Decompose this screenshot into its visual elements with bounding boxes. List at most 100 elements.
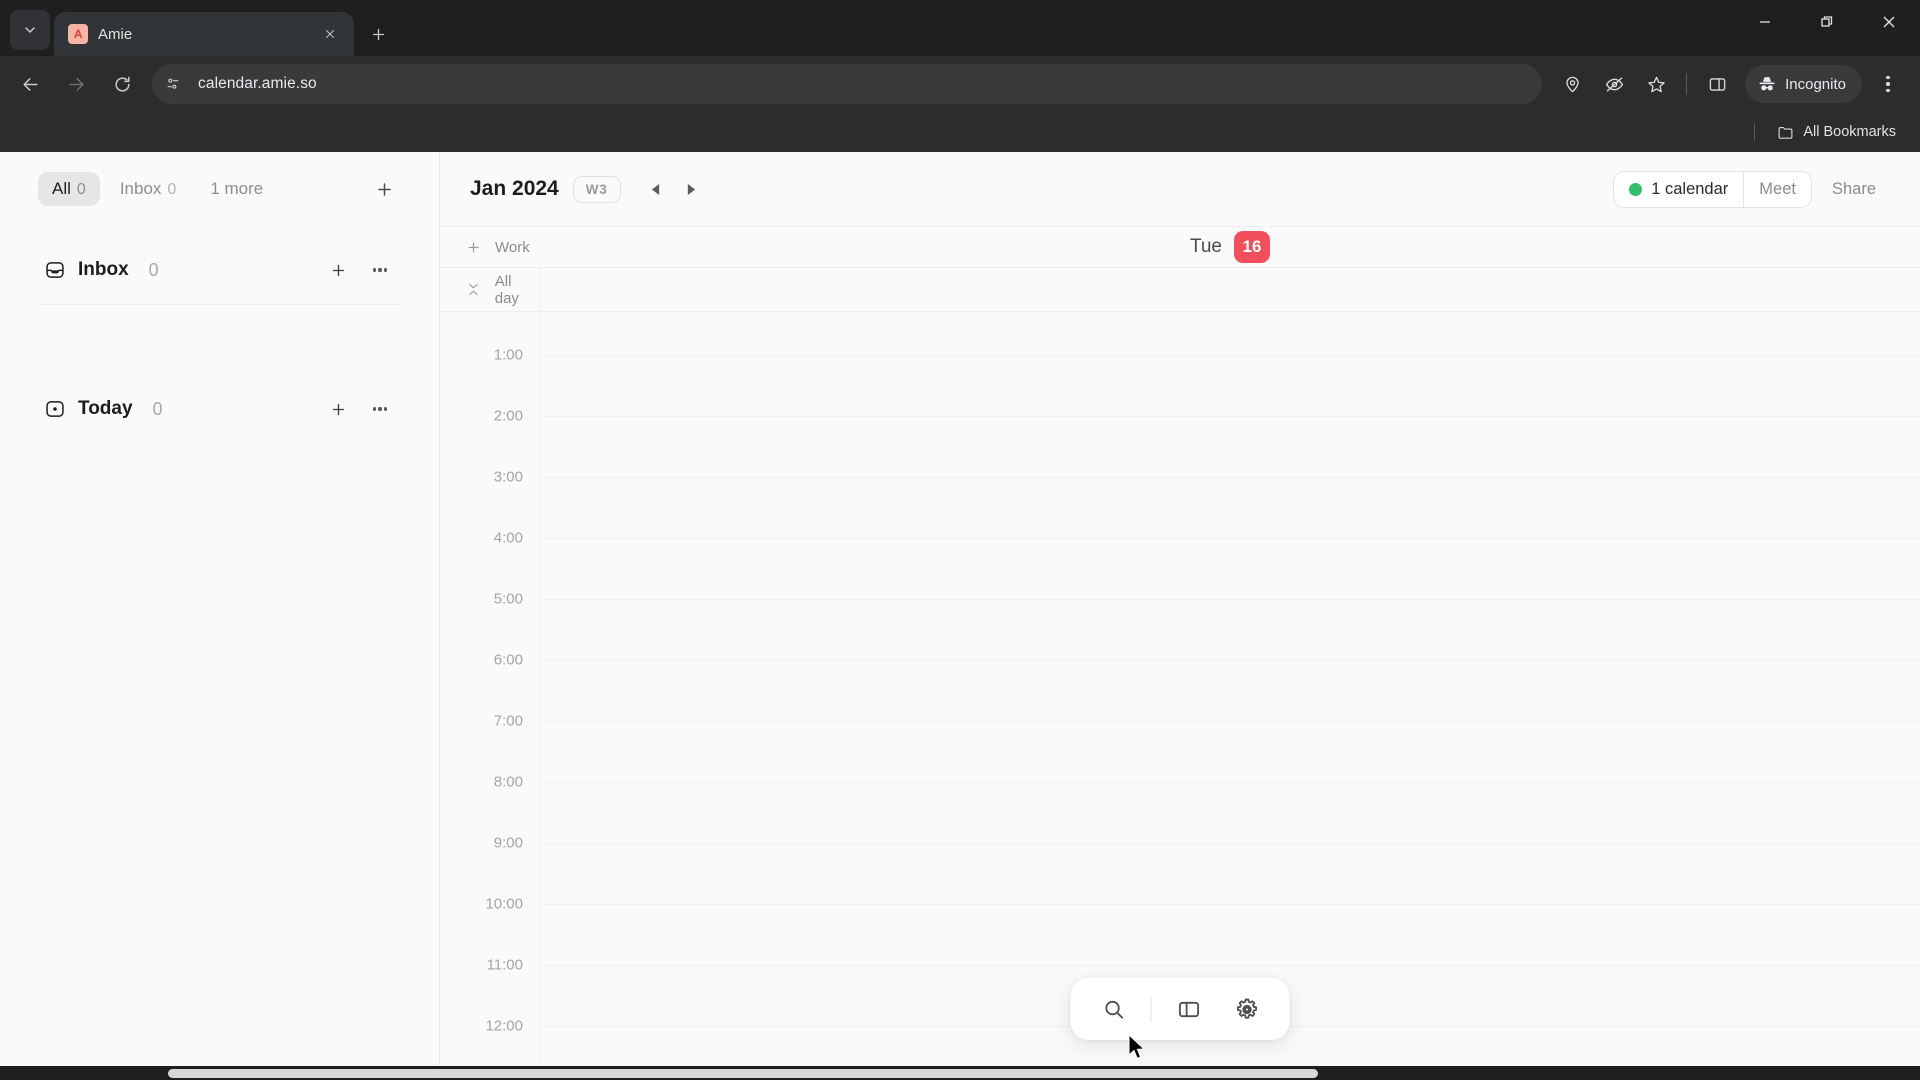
- floating-toolbar-divider: [1150, 996, 1152, 1022]
- calendar-header: Jan 2024 W3 1 calendar Meet Share: [440, 152, 1920, 226]
- location-pin-icon[interactable]: [1552, 64, 1592, 104]
- plus-icon: [377, 182, 391, 196]
- hour-gridline: [540, 355, 1920, 356]
- today-icon: [44, 398, 66, 420]
- time-label: 10:00: [485, 895, 523, 913]
- calendar-selector-label: 1 calendar: [1651, 179, 1729, 198]
- time-label: 11:00: [486, 956, 523, 974]
- hour-gridline: [540, 416, 1920, 417]
- work-label: Work: [495, 238, 530, 256]
- sidebar-tab-inbox[interactable]: Inbox 0: [106, 172, 191, 206]
- share-button[interactable]: Share: [1816, 172, 1892, 207]
- address-bar[interactable]: calendar.amie.so: [152, 64, 1543, 104]
- time-grid: 1:00 2:00 3:00 4:00 5:00 6:00 7:00 8:00 9:00 10:0…: [440, 312, 1920, 1066]
- calendar-nav-arrows: [641, 174, 707, 204]
- all-day-row: All day: [440, 268, 1920, 312]
- toolbar-icons: [1552, 64, 1737, 104]
- tab-favicon: A: [68, 24, 88, 44]
- star-icon[interactable]: [1636, 64, 1676, 104]
- today-title: Today: [78, 398, 133, 419]
- incognito-indicator[interactable]: Incognito: [1745, 65, 1862, 103]
- all-day-toggle[interactable]: All day: [440, 268, 540, 311]
- window-controls: [1734, 0, 1920, 44]
- time-label: 4:00: [493, 529, 523, 547]
- gear-icon[interactable]: [1226, 988, 1268, 1030]
- time-label: 5:00: [493, 590, 523, 608]
- search-icon[interactable]: [1093, 988, 1135, 1030]
- back-arrow-icon[interactable]: [8, 62, 52, 106]
- today-header[interactable]: Today 0: [38, 387, 401, 431]
- panel-toggle-icon[interactable]: [1168, 988, 1210, 1030]
- three-dots-icon[interactable]: [1868, 64, 1908, 104]
- inbox-group: Inbox 0: [38, 248, 401, 305]
- forward-arrow-icon[interactable]: [54, 62, 98, 106]
- plus-icon: [468, 242, 479, 252]
- triangle-left-icon: [651, 183, 660, 195]
- reload-icon[interactable]: [100, 62, 144, 106]
- new-tab-button[interactable]: [360, 16, 396, 52]
- horizontal-scrollbar[interactable]: [0, 1066, 1920, 1080]
- today-more-button[interactable]: [365, 394, 395, 424]
- prev-week-button[interactable]: [641, 174, 671, 204]
- all-day-cell[interactable]: [540, 268, 1920, 311]
- plus-icon: [332, 403, 344, 415]
- hour-gridline: [540, 721, 1920, 722]
- page-settings-icon[interactable]: [158, 69, 188, 99]
- tab-title: Amie: [98, 25, 133, 43]
- scrollbar-thumb[interactable]: [168, 1069, 1318, 1078]
- bookmarks-bar: All Bookmarks: [0, 112, 1920, 152]
- week-number-badge[interactable]: W3: [572, 175, 621, 203]
- sidebar-tab-all[interactable]: All 0: [38, 172, 100, 206]
- eye-off-icon[interactable]: [1594, 64, 1634, 104]
- incognito-label: Incognito: [1785, 75, 1846, 93]
- time-label: 12:00: [485, 1017, 523, 1035]
- next-week-button[interactable]: [677, 174, 707, 204]
- calendar-panel: Jan 2024 W3 1 calendar Meet Share Work A…: [440, 152, 1920, 1066]
- browser-tab[interactable]: A Amie: [54, 12, 354, 56]
- bookmarks-divider: [1754, 123, 1756, 141]
- url-text: calendar.amie.so: [198, 75, 317, 92]
- all-bookmarks-label: All Bookmarks: [1803, 124, 1896, 140]
- today-add-button[interactable]: [323, 394, 353, 424]
- hour-gridline: [540, 965, 1920, 966]
- app-sidebar: All 0 Inbox 0 1 more Inbox 0 Today 0: [0, 152, 440, 1066]
- hour-gridline: [540, 660, 1920, 661]
- sidebar-tab-more[interactable]: 1 more: [196, 172, 277, 206]
- tab-close-icon[interactable]: [318, 22, 342, 46]
- sidebar-add-button[interactable]: [367, 172, 401, 206]
- time-label: 6:00: [493, 651, 523, 669]
- toolbar-divider: [1686, 73, 1688, 95]
- work-row: Work: [440, 226, 1920, 268]
- calendar-color-dot: [1629, 182, 1643, 196]
- sidebar-tab-all-label: All: [52, 179, 71, 198]
- calendar-selector-button[interactable]: 1 calendar: [1614, 172, 1743, 207]
- sidebar-tab-more-label: 1 more: [210, 179, 264, 198]
- plus-icon: [332, 264, 344, 276]
- restore-icon[interactable]: [1796, 0, 1858, 44]
- tab-strip: A Amie: [0, 0, 1920, 56]
- today-count: 0: [152, 398, 163, 419]
- calendar-header-actions: 1 calendar Meet Share: [1613, 170, 1892, 208]
- side-panel-icon[interactable]: [1697, 64, 1737, 104]
- minimize-icon[interactable]: [1734, 0, 1796, 44]
- inbox-more-button[interactable]: [365, 255, 395, 285]
- inbox-header[interactable]: Inbox 0: [38, 248, 401, 292]
- time-label: 8:00: [493, 773, 523, 791]
- calendar-meet-group: 1 calendar Meet: [1613, 170, 1812, 208]
- hour-gridline: [540, 538, 1920, 539]
- time-label: 9:00: [493, 834, 523, 852]
- incognito-icon: [1759, 77, 1775, 91]
- day-column[interactable]: [540, 312, 1920, 1066]
- work-add-button[interactable]: Work: [440, 239, 540, 256]
- close-icon[interactable]: [1858, 0, 1920, 44]
- meet-button[interactable]: Meet: [1743, 171, 1811, 207]
- all-bookmarks-button[interactable]: All Bookmarks: [1769, 119, 1904, 146]
- time-axis: 1:00 2:00 3:00 4:00 5:00 6:00 7:00 8:00 9:00 10:0…: [440, 312, 540, 1066]
- inbox-add-button[interactable]: [323, 255, 353, 285]
- inbox-icon: [44, 259, 66, 281]
- browser-window: A Amie calendar.amie.so Incognito All Bo…: [0, 0, 1920, 1080]
- calendar-month-label: Jan 2024: [470, 177, 559, 200]
- sidebar-tab-all-count: 0: [76, 181, 86, 198]
- tab-search-button[interactable]: [10, 10, 50, 50]
- inbox-count: 0: [148, 259, 159, 280]
